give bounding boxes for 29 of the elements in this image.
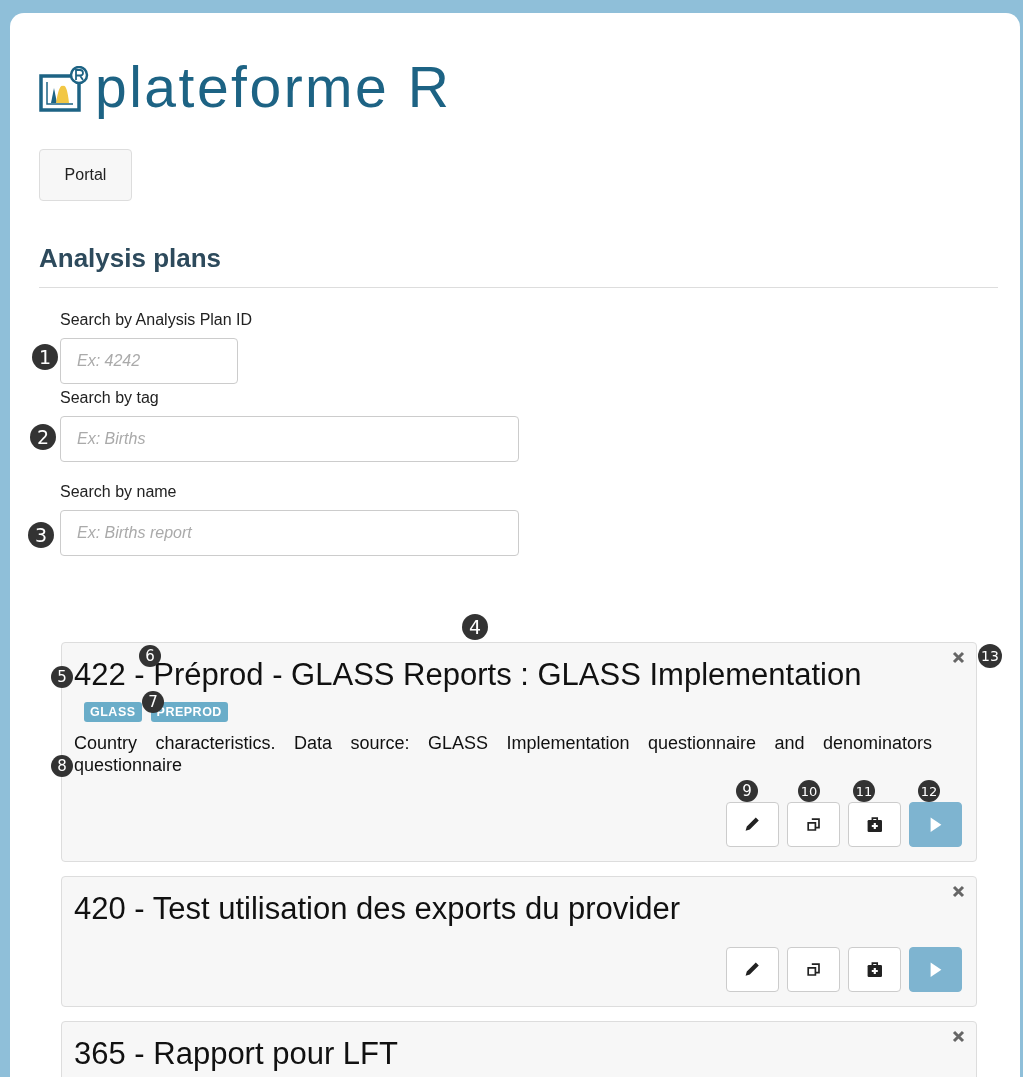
play-icon	[929, 816, 942, 833]
close-icon[interactable]	[952, 1030, 965, 1043]
search-field[interactable]: Ex: Births report	[60, 510, 519, 556]
kit-button[interactable]	[848, 802, 901, 847]
field-label: Search by tag	[60, 388, 160, 408]
close-icon[interactable]	[952, 651, 965, 664]
pencil-icon	[745, 962, 760, 977]
edit-button[interactable]	[726, 802, 779, 847]
plan-description: Country characteristics. Data source: GLASS Implementation questionnaire and denominators questionnaire	[74, 732, 932, 776]
field-label: Search by name	[60, 482, 178, 502]
copy-icon	[806, 817, 821, 832]
pencil-icon	[745, 817, 760, 832]
close-icon[interactable]	[952, 885, 965, 898]
field-label: Search by Analysis Plan ID	[60, 310, 254, 330]
edit-button[interactable]	[726, 947, 779, 992]
brand-name: plateforme R	[95, 55, 452, 119]
portal-button[interactable]: Portal	[39, 149, 132, 201]
copy-icon	[806, 962, 821, 977]
kit-button[interactable]	[848, 947, 901, 992]
logo-icon	[39, 66, 89, 112]
medical-kit-icon	[866, 816, 883, 833]
copy-button[interactable]	[787, 947, 840, 992]
tag-label: GLASS	[84, 702, 142, 722]
search-field[interactable]: Ex: 4242	[60, 338, 238, 384]
section-title: Analysis plans	[39, 243, 223, 273]
medical-kit-icon	[866, 961, 883, 978]
search-field[interactable]: Ex: Births	[60, 416, 519, 462]
play-icon	[929, 961, 942, 978]
copy-button[interactable]	[787, 802, 840, 847]
